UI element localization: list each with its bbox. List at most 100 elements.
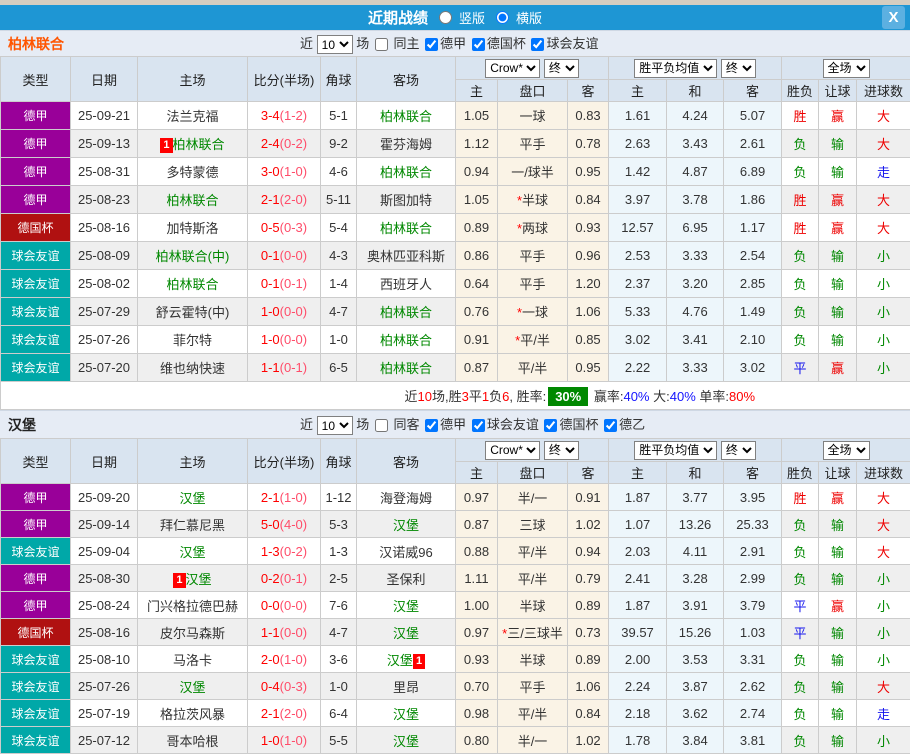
- bookmaker-select[interactable]: Crow*: [485, 441, 540, 460]
- scope-select[interactable]: 全场: [823, 441, 870, 460]
- summary-segment: 40%: [670, 389, 696, 404]
- home-team-cell: 汉堡: [138, 673, 248, 700]
- result-goals-cell: 走: [857, 158, 910, 186]
- result-handicap-cell: 赢: [819, 186, 857, 214]
- near-label: 近: [300, 417, 313, 432]
- layout-radio-horizontal[interactable]: [496, 11, 509, 24]
- league-checkbox-label: 德甲: [440, 417, 466, 432]
- games-count-select[interactable]: 10: [317, 35, 353, 54]
- avg-odds-select[interactable]: 胜平负均值: [634, 441, 717, 460]
- odds-time-select[interactable]: 终: [544, 59, 579, 78]
- home-odds-cell: 0.93: [456, 646, 498, 673]
- home-team-cell: 柏林联合: [138, 270, 248, 298]
- handicap-cell: 平手: [498, 130, 568, 158]
- avg-lose-cell: 2.74: [724, 700, 782, 727]
- avg-lose-cell: 3.79: [724, 592, 782, 619]
- same-venue-checkbox[interactable]: [375, 38, 388, 51]
- handicap-cell: 平/半: [498, 565, 568, 592]
- home-odds-cell: 0.89: [456, 214, 498, 242]
- layout-radio-horizontal-label: 横版: [516, 8, 542, 27]
- filter-bar: 近 10 场 同客 德甲 球会友谊 德国杯 德乙: [0, 417, 645, 432]
- league-checkbox[interactable]: [604, 419, 617, 432]
- league-checkbox[interactable]: [472, 38, 485, 51]
- result-handicap-cell: 赢: [819, 354, 857, 382]
- avg-win-cell: 2.22: [609, 354, 667, 382]
- date-cell: 25-08-24: [71, 592, 138, 619]
- away-odds-cell: 0.95: [568, 158, 609, 186]
- handicap-cell: 半球: [498, 592, 568, 619]
- avg-lose-cell: 5.07: [724, 102, 782, 130]
- score-cell: 2-1(2-0): [248, 186, 321, 214]
- handicap-cell: 半/一: [498, 484, 568, 511]
- sub-header-avg-draw: 和: [667, 80, 724, 102]
- avg-lose-cell: 2.10: [724, 326, 782, 354]
- league-type-cell: 德甲: [1, 592, 71, 619]
- home-odds-cell: 0.91: [456, 326, 498, 354]
- avg-draw-cell: 4.76: [667, 298, 724, 326]
- home-odds-cell: 0.88: [456, 538, 498, 565]
- away-team-cell: 柏林联合: [357, 158, 456, 186]
- odds-time-select[interactable]: 终: [544, 441, 579, 460]
- result-handicap-cell: 输: [819, 646, 857, 673]
- score-cell: 0-2(0-1): [248, 565, 321, 592]
- avg-time-select[interactable]: 终: [721, 59, 756, 78]
- score-cell: 3-0(1-0): [248, 158, 321, 186]
- result-wdl-cell: 胜: [782, 102, 819, 130]
- match-row: 德甲25-08-31多特蒙德3-0(1-0)4-6柏林联合0.94一/球半0.9…: [1, 158, 910, 186]
- sub-header-result-handicap: 让球: [819, 80, 857, 102]
- col-header-type: 类型: [1, 57, 71, 102]
- record-summary: 近10场,胜3平1负6, 胜率:30% 赢率:40% 大:40% 单率:80%: [1, 382, 910, 410]
- away-odds-cell: 0.79: [568, 565, 609, 592]
- same-venue-checkbox[interactable]: [375, 419, 388, 432]
- avg-draw-cell: 3.87: [667, 673, 724, 700]
- avg-win-cell: 5.33: [609, 298, 667, 326]
- away-team-cell: 里昂: [357, 673, 456, 700]
- result-handicap-cell: 赢: [819, 484, 857, 511]
- league-checkbox[interactable]: [544, 419, 557, 432]
- league-checkbox[interactable]: [531, 38, 544, 51]
- corner-cell: 5-1: [321, 102, 357, 130]
- league-checkbox[interactable]: [472, 419, 485, 432]
- corner-cell: 5-3: [321, 511, 357, 538]
- summary-row: 近10场,胜3平1负6, 胜率:30% 赢率:40% 大:40% 单率:80%: [1, 382, 910, 410]
- result-goals-cell: 大: [857, 484, 910, 511]
- date-cell: 25-07-20: [71, 354, 138, 382]
- result-wdl-cell: 胜: [782, 214, 819, 242]
- league-type-cell: 球会友谊: [1, 646, 71, 673]
- score-cell: 2-1(1-0): [248, 484, 321, 511]
- scope-select[interactable]: 全场: [823, 59, 870, 78]
- result-handicap-cell: 输: [819, 727, 857, 754]
- result-handicap-cell: 输: [819, 242, 857, 270]
- layout-radio-vertical[interactable]: [439, 11, 452, 24]
- sub-header-away-odds: 客: [568, 462, 609, 484]
- date-cell: 25-07-12: [71, 727, 138, 754]
- summary-segment: , 胜率:: [509, 389, 546, 404]
- avg-draw-cell: 3.33: [667, 354, 724, 382]
- sub-header-avg-lose: 客: [724, 80, 782, 102]
- away-odds-cell: 0.93: [568, 214, 609, 242]
- avg-draw-cell: 3.77: [667, 484, 724, 511]
- league-checkbox[interactable]: [425, 38, 438, 51]
- close-button[interactable]: X: [882, 6, 905, 29]
- date-cell: 25-08-02: [71, 270, 138, 298]
- col-header-date: 日期: [71, 439, 138, 484]
- summary-segment: 30%: [548, 387, 588, 406]
- home-odds-cell: 0.86: [456, 242, 498, 270]
- avg-odds-select[interactable]: 胜平负均值: [634, 59, 717, 78]
- result-goals-cell: 大: [857, 214, 910, 242]
- home-odds-cell: 1.05: [456, 186, 498, 214]
- avg-odds-group-header: 胜平负均值 终: [609, 57, 782, 80]
- result-wdl-cell: 负: [782, 158, 819, 186]
- avg-draw-cell: 13.26: [667, 511, 724, 538]
- games-count-select[interactable]: 10: [317, 416, 353, 435]
- score-cell: 1-3(0-2): [248, 538, 321, 565]
- bookmaker-select[interactable]: Crow*: [485, 59, 540, 78]
- league-checkbox-label: 球会友谊: [487, 417, 539, 432]
- col-header-score: 比分(半场): [248, 439, 321, 484]
- away-team-cell: 汉诺威96: [357, 538, 456, 565]
- league-checkbox[interactable]: [425, 419, 438, 432]
- avg-time-select[interactable]: 终: [721, 441, 756, 460]
- league-type-cell: 球会友谊: [1, 700, 71, 727]
- home-odds-cell: 1.00: [456, 592, 498, 619]
- col-header-home: 主场: [138, 57, 248, 102]
